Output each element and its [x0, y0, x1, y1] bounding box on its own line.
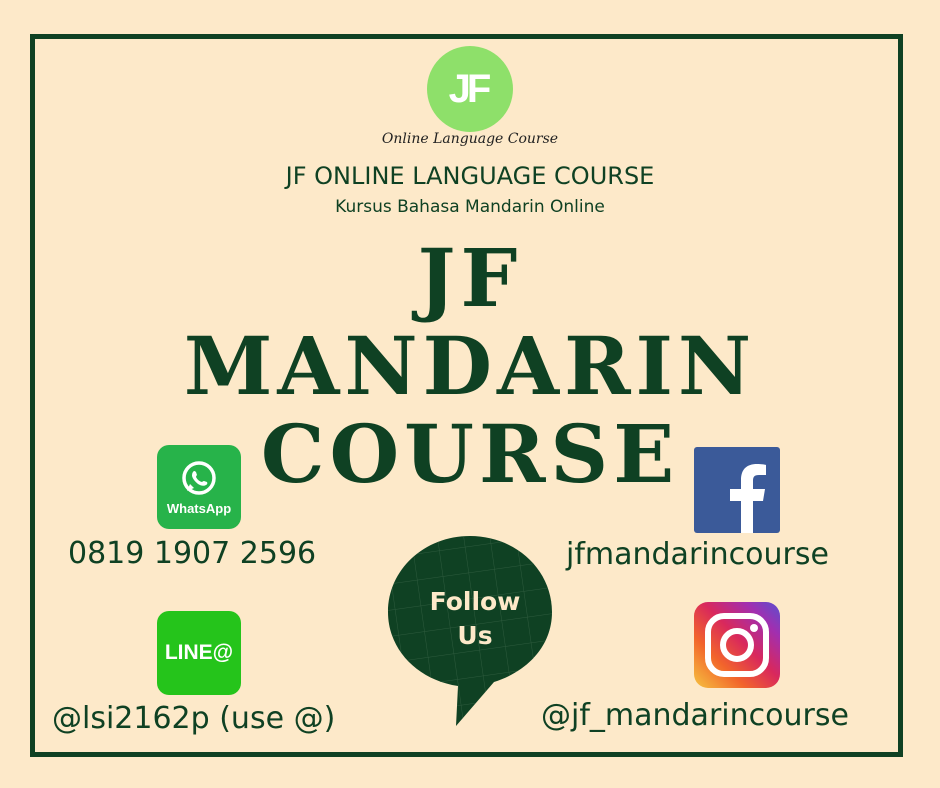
logo-text: JF: [448, 66, 492, 111]
logo-tagline: Online Language Course: [381, 131, 559, 147]
jf-logo: JF: [427, 46, 513, 132]
follow-line-1: Follow: [429, 587, 521, 616]
facebook-glyph-icon: [730, 464, 766, 533]
headline-line-2: MANDARIN: [183, 319, 757, 413]
instagram-handle[interactable]: @jf_mandarincourse: [541, 698, 849, 733]
instagram-icon[interactable]: [694, 602, 780, 688]
whatsapp-number[interactable]: 0819 1907 2596: [68, 536, 316, 571]
facebook-handle[interactable]: jfmandarincourse: [566, 537, 829, 572]
line-label: LINE@: [164, 641, 234, 664]
line-id[interactable]: @lsi2162p (use @): [52, 701, 335, 736]
follow-us-text: Follow Us: [400, 585, 550, 653]
facebook-icon[interactable]: [694, 447, 780, 533]
headline-line-3: COURSE: [260, 407, 680, 501]
whatsapp-icon[interactable]: WhatsApp: [157, 445, 241, 529]
follow-line-2: Us: [457, 621, 493, 650]
whatsapp-label: WhatsApp: [166, 501, 232, 516]
company-name: JF ONLINE LANGUAGE COURSE: [285, 162, 655, 190]
company-subtitle: Kursus Bahasa Mandarin Online: [335, 197, 605, 217]
instagram-glyph-icon: [705, 613, 769, 677]
headline-line-1: JF: [417, 231, 523, 325]
whatsapp-glyph-icon: [182, 461, 216, 495]
line-icon[interactable]: LINE@: [157, 611, 241, 695]
